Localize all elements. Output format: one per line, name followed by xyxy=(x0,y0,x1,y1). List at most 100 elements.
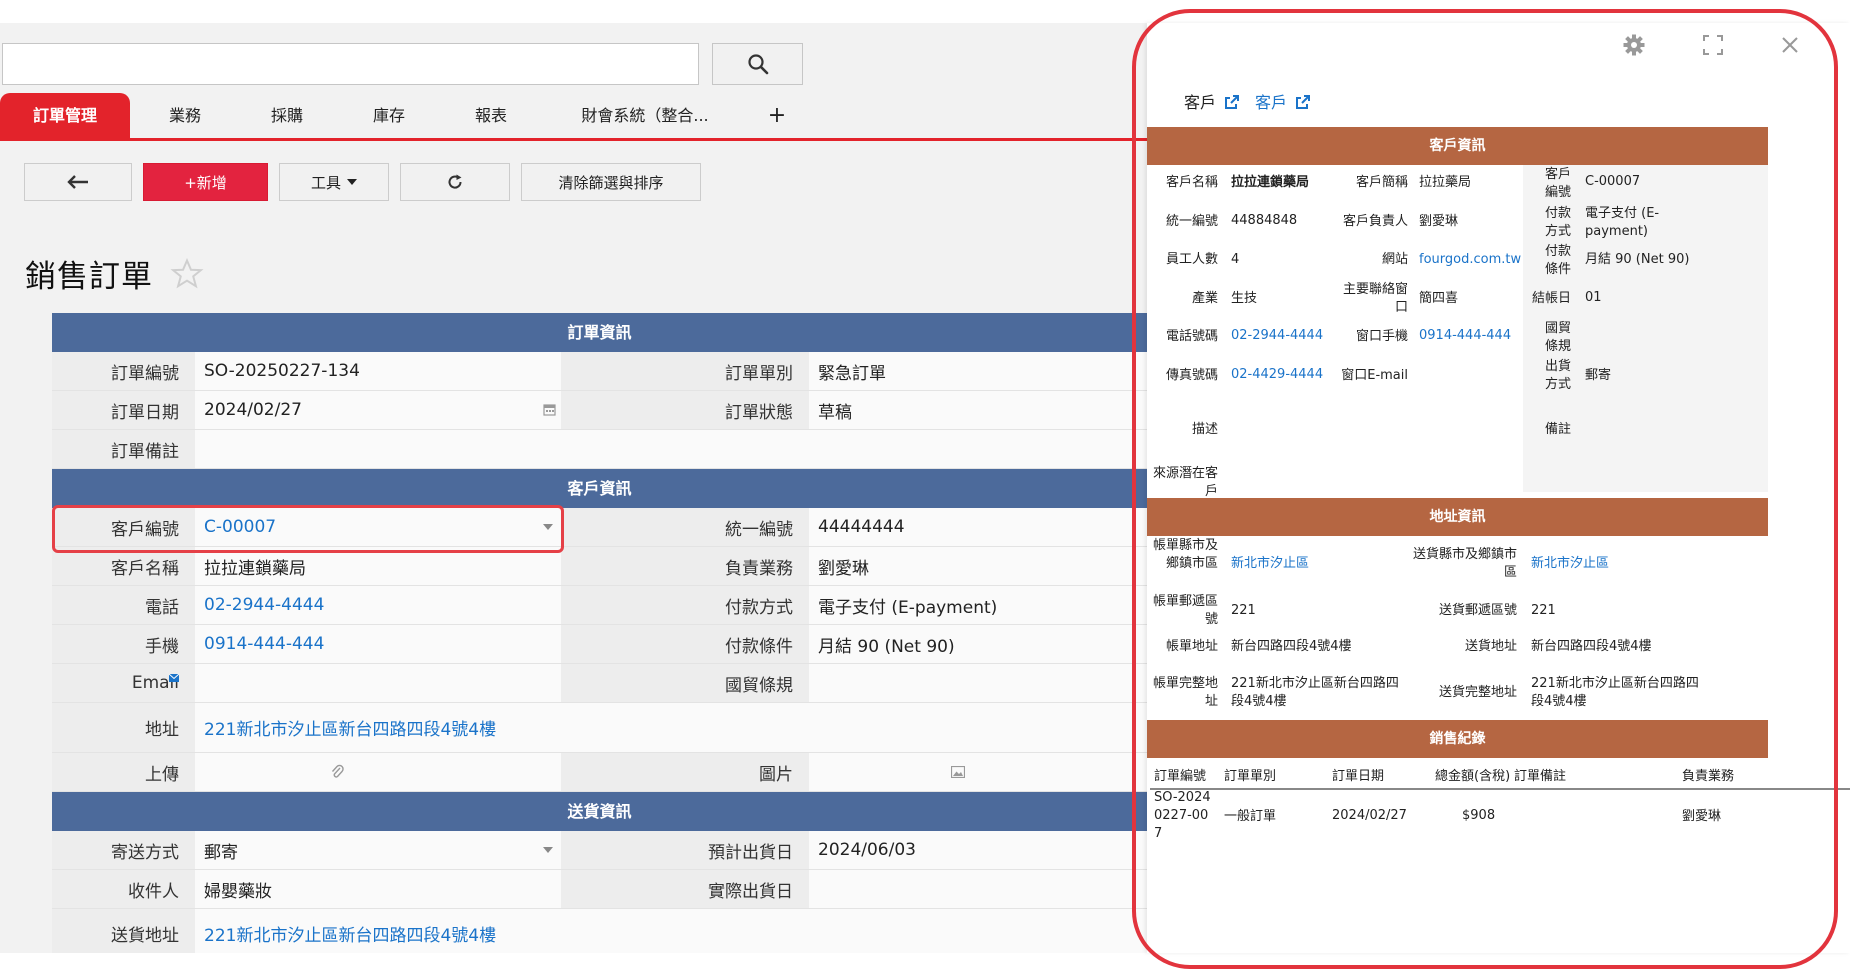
p-contact-label: 主要聯絡窗口 xyxy=(1342,282,1408,315)
back-button[interactable] xyxy=(24,163,132,201)
search-button[interactable] xyxy=(712,43,803,85)
p-shipmethod-label: 出貨方式 xyxy=(1544,359,1571,392)
phone-label: 電話 xyxy=(52,586,195,624)
p-bill-zip-value: 221 xyxy=(1231,603,1256,618)
sales-row-date: 2024/02/27 xyxy=(1332,808,1407,823)
sales-col-note: 訂單備註 xyxy=(1514,769,1567,784)
refresh-icon xyxy=(448,174,462,189)
refresh-button[interactable] xyxy=(400,163,510,201)
gear-icon[interactable] xyxy=(1622,33,1646,57)
form-row: 電話 02-2944-4444 付款方式 電子支付 (E-payment) xyxy=(52,586,1147,625)
image-field[interactable] xyxy=(809,753,1147,791)
close-icon[interactable] xyxy=(1781,36,1799,54)
order-note-label: 訂單備註 xyxy=(52,430,195,468)
incoterms-label: 國貿條規 xyxy=(561,664,809,702)
sales-row-order-no[interactable]: SO-20240227-007 xyxy=(1154,789,1216,837)
add-tab-button[interactable]: + xyxy=(765,93,789,138)
form-row: 收件人 婦嬰藥妝 實際出貨日 xyxy=(52,870,1147,909)
order-date-field[interactable]: 2024/02/27 xyxy=(195,391,561,429)
p-short-value: 拉拉藥局 xyxy=(1419,175,1472,190)
tools-label: 工具 xyxy=(310,173,341,192)
pay-terms-value[interactable]: 月結 90 (Net 90) xyxy=(809,625,1147,663)
paperclip-icon[interactable] xyxy=(330,764,344,780)
order-note-value[interactable] xyxy=(195,430,1147,468)
sales-order-form: 訂單資訊 訂單編號 SO-20250227-134 訂單單別 緊急訂單 訂單日期… xyxy=(52,313,1147,953)
p-bill-city-label: 帳單縣市及鄉鎮市區 xyxy=(1152,538,1218,571)
p-ship-zip-label: 送貨郵遞區號 xyxy=(1438,603,1517,618)
p-name-label: 客戶名稱 xyxy=(1165,175,1218,190)
tab-finance[interactable]: 財會系統（整合... xyxy=(565,93,725,138)
est-ship-date-value[interactable]: 2024/06/03 xyxy=(809,831,1147,869)
tax-id-value[interactable]: 44444444 xyxy=(809,508,1147,546)
customer-info-header: 客戶資訊 xyxy=(52,469,1147,508)
order-type-value[interactable]: 緊急訂單 xyxy=(809,352,1147,390)
order-status-value[interactable]: 草稿 xyxy=(809,391,1147,429)
table-divider xyxy=(1150,788,1850,790)
main-app: 訂單管理 業務 採購 庫存 報表 財會系統（整合... + +新增 工具 清除篩… xyxy=(0,23,1147,953)
order-status-label: 訂單狀態 xyxy=(561,391,809,429)
p-bill-zip-label: 帳單郵遞區號 xyxy=(1152,594,1218,627)
p-phone-link[interactable]: 02-2944-4444 xyxy=(1231,327,1331,345)
arrow-left-icon xyxy=(67,175,88,189)
tab-inventory[interactable]: 庫存 xyxy=(344,93,434,138)
email-value[interactable] xyxy=(195,664,561,702)
order-no-value[interactable]: SO-20250227-134 xyxy=(195,352,561,390)
p-short-label: 客戶簡稱 xyxy=(1355,175,1408,190)
p-contact-value: 簡四喜 xyxy=(1419,291,1459,306)
recipient-value[interactable]: 婦嬰藥妝 xyxy=(195,870,561,908)
tab-reports[interactable]: 報表 xyxy=(446,93,536,138)
p-employees-label: 員工人數 xyxy=(1165,252,1218,267)
tab-purchasing[interactable]: 採購 xyxy=(242,93,332,138)
clear-filter-sort-button[interactable]: 清除篩選與排序 xyxy=(521,163,701,201)
ship-method-label: 寄送方式 xyxy=(52,831,195,869)
tools-dropdown[interactable]: 工具 xyxy=(279,163,389,201)
recipient-label: 收件人 xyxy=(52,870,195,908)
p-paymethod-label: 付款方式 xyxy=(1544,206,1571,239)
p-closing-label: 結帳日 xyxy=(1531,291,1571,306)
form-row: 寄送方式 郵寄 預計出貨日 2024/06/03 xyxy=(52,831,1147,870)
upload-field[interactable] xyxy=(195,753,561,791)
email-label-cell: Email xyxy=(52,664,195,702)
tab-sales[interactable]: 業務 xyxy=(140,93,230,138)
fullscreen-icon[interactable] xyxy=(1703,35,1723,55)
p-desc-label: 描述 xyxy=(1191,422,1218,437)
form-row: Email 國貿條規 xyxy=(52,664,1147,703)
p-ship-city-link[interactable]: 新北市汐止區 xyxy=(1531,555,1671,573)
tab-order-management[interactable]: 訂單管理 xyxy=(0,93,130,138)
form-row: 訂單日期 2024/02/27 訂單狀態 草稿 xyxy=(52,391,1147,430)
ship-method-select[interactable]: 郵寄 xyxy=(195,831,561,869)
sales-rep-value[interactable]: 劉愛琳 xyxy=(809,547,1147,585)
form-row: 手機 0914-444-444 付款條件 月結 90 (Net 90) xyxy=(52,625,1147,664)
new-button[interactable]: +新增 xyxy=(143,163,268,201)
p-ship-full-value: 221新北市汐止區新台四路四段4號4樓 xyxy=(1531,676,1699,709)
pay-method-value[interactable]: 電子支付 (E-payment) xyxy=(809,586,1147,624)
p-cmobile-link[interactable]: 0914-444-444 xyxy=(1419,327,1519,345)
sales-col-sales: 負責業務 xyxy=(1682,769,1735,784)
image-icon[interactable] xyxy=(951,766,965,778)
incoterms-value[interactable] xyxy=(809,664,1147,702)
sales-col-total: 總金額(含稅) xyxy=(1435,769,1511,784)
form-row: 訂單備註 xyxy=(52,430,1147,469)
chevron-down-icon[interactable] xyxy=(543,847,553,853)
phone-link[interactable]: 02-2944-4444 xyxy=(195,586,561,624)
sales-col-type: 訂單單別 xyxy=(1224,769,1277,784)
sales-row-total: $908 xyxy=(1462,808,1496,823)
calendar-icon[interactable] xyxy=(543,403,556,416)
customer-link-1[interactable]: 客戶 xyxy=(1184,89,1240,113)
p-ship-addr-label: 送貨地址 xyxy=(1464,639,1517,654)
ship-address-link[interactable]: 221新北市汐止區新台四路四段4號4樓 xyxy=(195,909,1147,953)
p-fax-link[interactable]: 02-4429-4444 xyxy=(1231,366,1331,384)
p-bill-city-link[interactable]: 新北市汐止區 xyxy=(1231,555,1371,573)
address-link[interactable]: 221新北市汐止區新台四路四段4號4樓 xyxy=(195,703,1147,752)
p-website-link[interactable]: fourgod.com.tw xyxy=(1419,251,1523,269)
p-cemail-label: 窗口E-mail xyxy=(1341,368,1408,383)
p-industry-label: 產業 xyxy=(1191,291,1218,306)
image-label: 圖片 xyxy=(561,753,809,791)
star-icon[interactable] xyxy=(170,257,204,291)
mobile-link[interactable]: 0914-444-444 xyxy=(195,625,561,663)
order-info-header: 訂單資訊 xyxy=(52,313,1147,352)
actual-ship-date-value[interactable] xyxy=(809,870,1147,908)
customer-link-2[interactable]: 客戶 xyxy=(1255,89,1311,113)
customer-link-1-label: 客戶 xyxy=(1184,93,1217,112)
search-input[interactable] xyxy=(2,43,699,85)
